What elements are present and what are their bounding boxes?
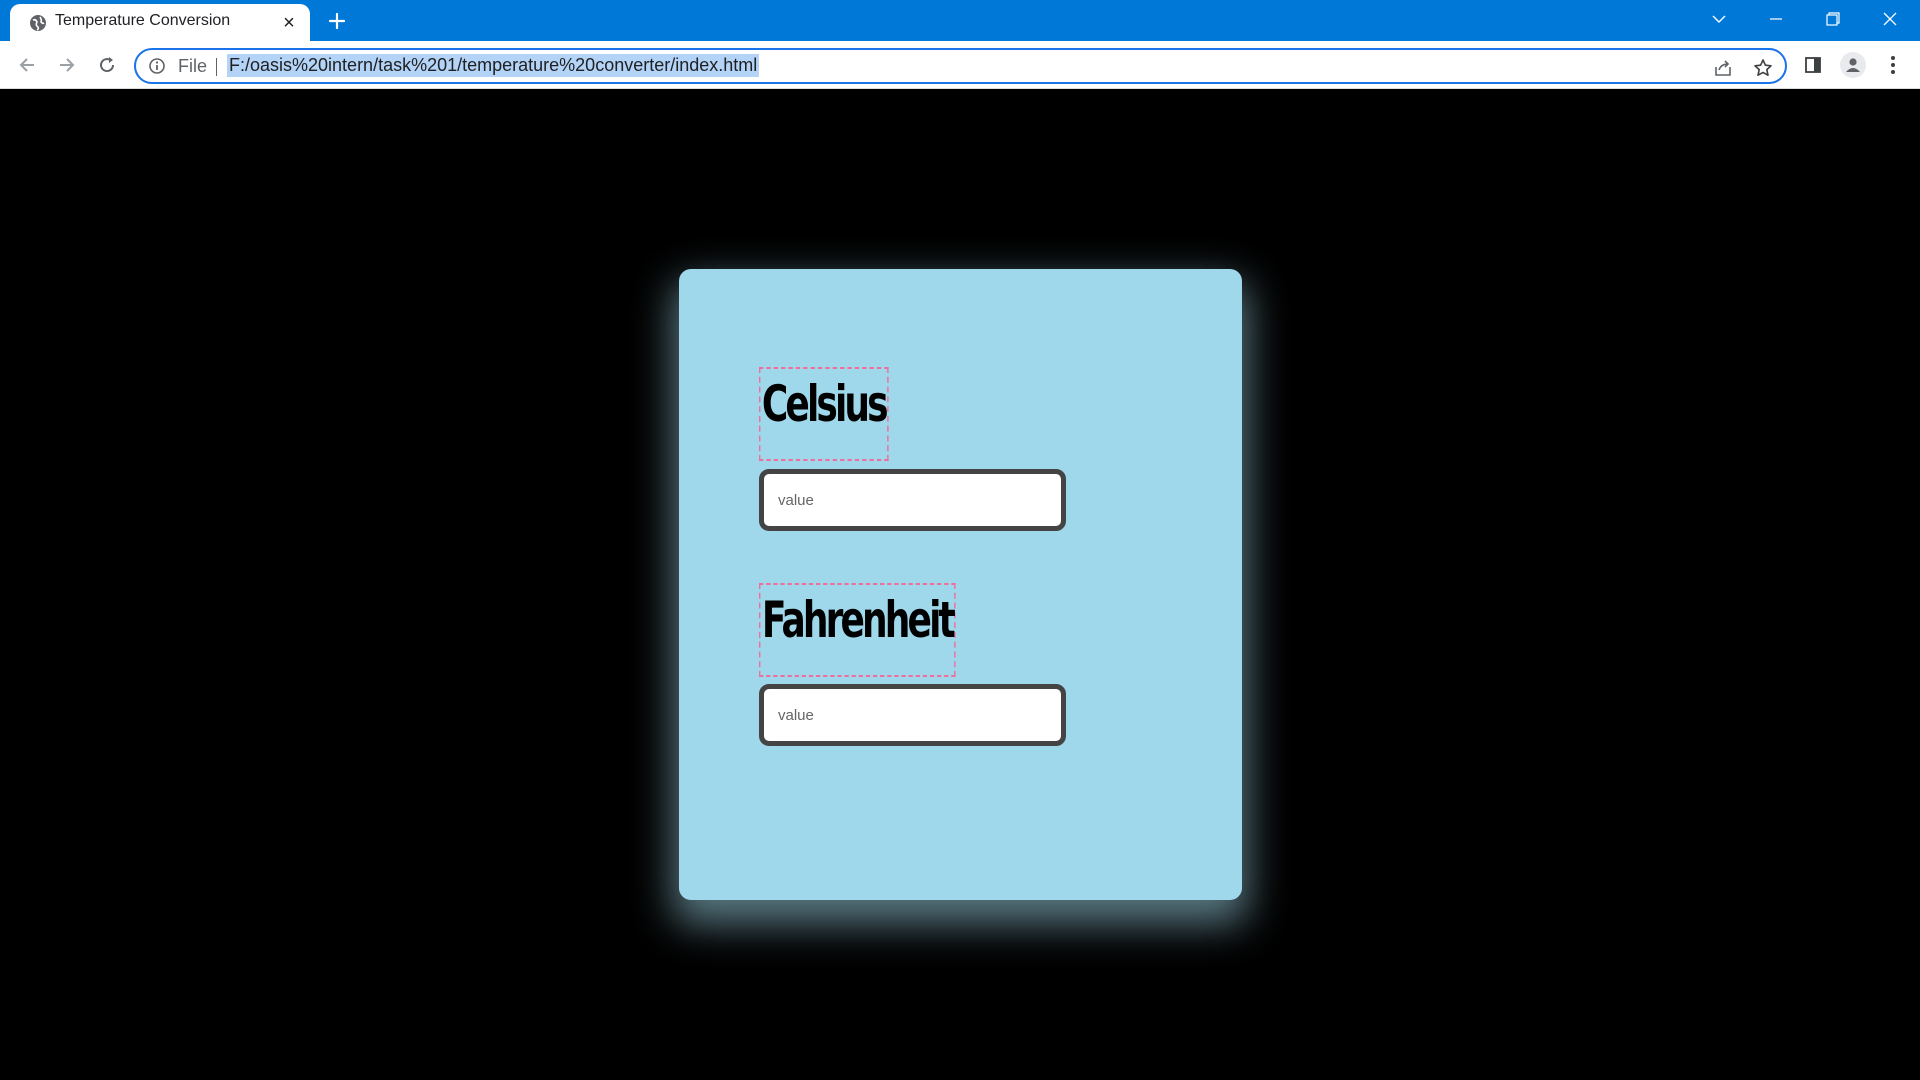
scheme-label: File (178, 56, 208, 76)
info-icon[interactable] (148, 57, 166, 75)
plus-icon[interactable] (322, 8, 352, 34)
celsius-input[interactable] (759, 469, 1066, 531)
restore-icon[interactable] (1810, 4, 1856, 34)
arrow-left-icon[interactable] (11, 49, 43, 81)
browser-toolbar: File F:/oasis%20intern/task%201/temperat… (0, 41, 1920, 89)
url-text[interactable]: F:/oasis%20intern/task%201/temperature%2… (227, 54, 760, 77)
avatar (1840, 52, 1866, 78)
close-tab-icon[interactable]: × (278, 12, 300, 34)
address-bar[interactable]: File F:/oasis%20intern/task%201/temperat… (134, 48, 1787, 84)
celsius-label: Celsius (759, 367, 889, 461)
fahrenheit-label: Fahrenheit (759, 583, 956, 677)
page-viewport: Celsius Fahrenheit (0, 89, 1920, 1080)
chevron-down-icon[interactable] (1696, 4, 1742, 34)
converter-card: Celsius Fahrenheit (679, 269, 1242, 900)
share-icon[interactable] (1712, 57, 1734, 79)
close-icon[interactable] (1867, 4, 1913, 34)
star-icon[interactable] (1752, 57, 1774, 79)
divider (216, 58, 217, 76)
kebab-menu-icon[interactable] (1880, 52, 1906, 78)
profile-icon[interactable] (1840, 52, 1866, 78)
globe-icon (28, 13, 48, 33)
arrow-right-icon[interactable] (51, 49, 83, 81)
tab-title: Temperature Conversion (55, 12, 231, 29)
browser-tab[interactable]: Temperature Conversion × (10, 4, 310, 41)
reload-icon[interactable] (91, 49, 123, 81)
side-panel-icon[interactable] (1800, 52, 1826, 78)
fahrenheit-input[interactable] (759, 684, 1066, 746)
minimize-icon[interactable] (1753, 4, 1799, 34)
browser-titlebar: Temperature Conversion × (0, 0, 1920, 41)
